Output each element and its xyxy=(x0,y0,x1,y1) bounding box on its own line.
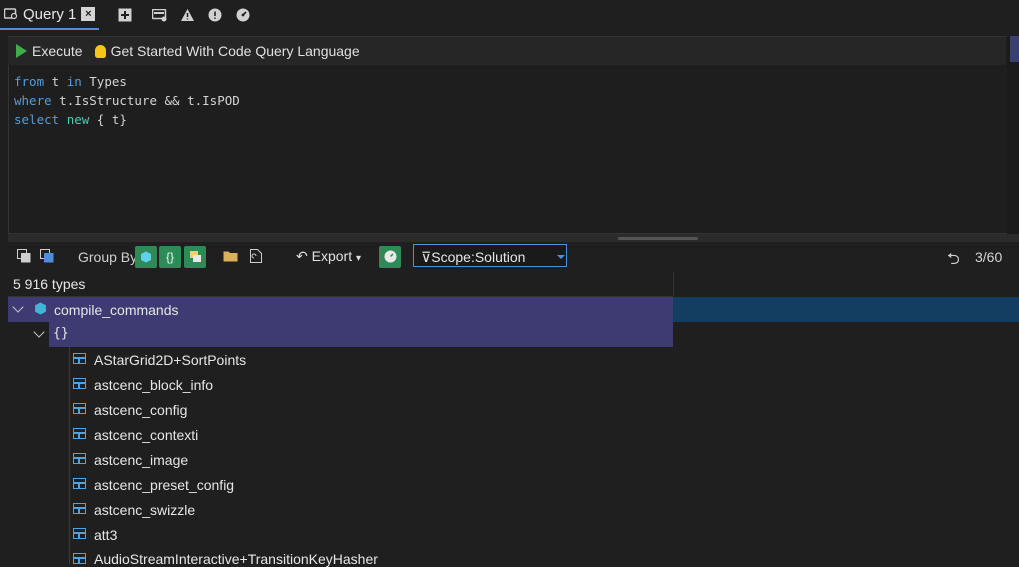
expand-all-icon[interactable] xyxy=(17,249,31,263)
query-icon xyxy=(4,8,18,20)
page-indicator: 3/60 xyxy=(975,249,1003,265)
database-icon[interactable] xyxy=(152,9,168,22)
tab-title: Query 1 xyxy=(23,5,77,23)
editor-scrollbar[interactable] xyxy=(1007,36,1019,234)
braces-icon: {} xyxy=(165,250,174,264)
add-icon[interactable] xyxy=(118,8,132,22)
document-icon[interactable] xyxy=(250,249,262,263)
group-by-label: Group By xyxy=(78,249,138,265)
gauge-icon[interactable] xyxy=(236,8,250,22)
cube-icon xyxy=(141,251,151,263)
code-text[interactable]: from t in Types where t.IsStructure && t… xyxy=(14,72,240,129)
namespace-label: {} xyxy=(53,326,69,341)
table-row-namespace[interactable] xyxy=(49,322,673,347)
bulb-icon xyxy=(94,44,106,58)
struct-icon xyxy=(73,353,86,364)
tree-root-label: compile_commands xyxy=(54,302,179,318)
get-started-label: Get Started With Code Query Language xyxy=(110,43,360,59)
splitter-grip[interactable] xyxy=(618,237,698,240)
info-icon[interactable] xyxy=(208,8,222,22)
chevron-down-icon[interactable] xyxy=(557,255,565,259)
side-panel-tab[interactable] xyxy=(1010,36,1019,62)
group-by-namespace-button[interactable]: {} xyxy=(159,246,181,268)
struct-icon xyxy=(73,453,86,464)
types-count-header[interactable]: 5 916 types xyxy=(13,276,85,292)
folder-icon[interactable] xyxy=(223,250,238,262)
tree-guide-line xyxy=(69,347,70,564)
chevron-down-icon: ▾ xyxy=(355,253,362,264)
struct-icon xyxy=(73,553,86,564)
struct-icon xyxy=(73,428,86,439)
scope-label: ⊽Scope:Solution xyxy=(421,249,526,265)
tab-query-1[interactable]: Query 1 × xyxy=(0,0,100,30)
play-icon xyxy=(16,44,27,58)
struct-icon xyxy=(73,378,86,389)
struct-icon xyxy=(73,528,86,539)
export-icon: ↶ xyxy=(296,248,308,264)
execute-label: Execute xyxy=(32,43,83,59)
execute-button[interactable]: Execute xyxy=(8,37,91,65)
filter-icon: ⊽ xyxy=(421,249,432,265)
chevron-down-icon[interactable] xyxy=(33,326,45,338)
struct-icon xyxy=(189,251,201,262)
warning-icon[interactable] xyxy=(180,8,195,22)
query-editor[interactable] xyxy=(8,36,1008,234)
panel-splitter[interactable] xyxy=(8,234,1019,242)
back-icon[interactable]: ⮌ xyxy=(947,248,960,275)
group-by-project-button[interactable] xyxy=(135,246,157,268)
close-icon[interactable]: × xyxy=(81,7,96,21)
collapse-all-icon[interactable] xyxy=(40,249,54,263)
struct-icon xyxy=(73,503,86,514)
struct-icon xyxy=(73,403,86,414)
cube-icon xyxy=(35,302,46,315)
export-label: Export xyxy=(311,248,353,264)
get-started-link[interactable]: Get Started With Code Query Language xyxy=(91,37,368,65)
struct-icon xyxy=(73,478,86,489)
editor-toolbar: Execute Get Started With Code Query Lang… xyxy=(8,37,1006,65)
tab-strip: Query 1 × xyxy=(0,0,1019,33)
export-button[interactable]: ↶ Export ▾ xyxy=(296,248,361,265)
group-by-type-button[interactable] xyxy=(184,246,206,268)
column-separator[interactable] xyxy=(673,272,674,296)
metrics-button[interactable] xyxy=(379,246,401,268)
gauge-icon xyxy=(384,250,396,263)
